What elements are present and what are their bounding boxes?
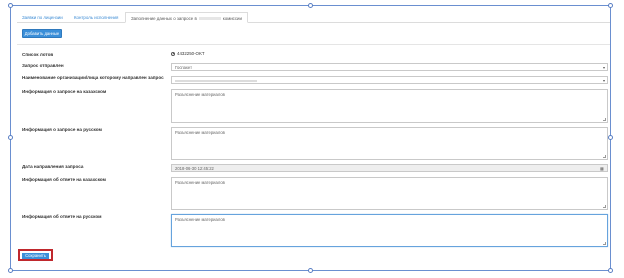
answer-kz-label: Информация об ответе на казахском xyxy=(22,177,106,182)
tab-request-data[interactable]: Заполнение данных о запросе в комиссии xyxy=(125,12,248,23)
resize-handle-right[interactable] xyxy=(608,135,613,140)
resize-grip-icon[interactable] xyxy=(603,155,606,158)
calendar-icon[interactable]: ▦ xyxy=(600,166,604,171)
lot-list-label: Список лотов xyxy=(22,52,54,57)
tab-label: Контроль исполнения xyxy=(74,15,119,20)
resize-handle-bottom[interactable] xyxy=(308,268,313,273)
request-sent-label: Запрос отправлен xyxy=(22,63,64,68)
date-value: 2018-06-30 12:45:22 xyxy=(175,166,214,171)
tab-license-requests[interactable]: Заявки по лицензии xyxy=(17,12,68,23)
answer-ru-label: Информация об ответе на русском xyxy=(22,214,102,219)
redacted-text xyxy=(175,79,257,82)
answer-kz-textarea[interactable]: Разъяснение материалов xyxy=(171,177,608,210)
org-name-label: Наименование организации/лица которому н… xyxy=(22,75,164,80)
date-label: Дата направления запроса xyxy=(22,164,84,169)
divider xyxy=(17,44,610,45)
resize-handle-bottom-left[interactable] xyxy=(8,268,13,273)
answer-ru-placeholder: Разъяснение материалов xyxy=(175,217,225,222)
resize-handle-left[interactable] xyxy=(8,135,13,140)
answer-kz-placeholder: Разъяснение материалов xyxy=(175,180,225,185)
add-data-button[interactable]: Добавить данные xyxy=(22,29,62,38)
chevron-down-icon: ▾ xyxy=(602,78,605,83)
resize-handle-top-left[interactable] xyxy=(8,3,13,8)
info-ru-label: Информация о запросе на русском xyxy=(22,127,102,132)
resize-grip-icon[interactable] xyxy=(603,205,606,208)
tab-label-suffix: комиссии xyxy=(222,16,242,21)
tab-bar: Заявки по лицензии Контроль исполнения З… xyxy=(17,12,610,23)
resize-handle-top-right[interactable] xyxy=(608,3,613,8)
lot-option-label: 4432250-OKT xyxy=(177,51,205,56)
tab-execution-control[interactable]: Контроль исполнения xyxy=(69,12,123,23)
redacted-text xyxy=(198,17,221,21)
info-kz-placeholder: Разъяснение материалов xyxy=(175,92,225,97)
tab-label: Заявки по лицензии xyxy=(22,15,63,20)
resize-grip-icon[interactable] xyxy=(603,118,606,121)
chevron-down-icon: ▾ xyxy=(602,65,605,70)
tab-label-prefix: Заполнение данных о запросе в xyxy=(131,16,197,21)
info-ru-textarea[interactable]: Разъяснение материалов xyxy=(171,127,608,160)
save-button-highlight: Сохранить xyxy=(18,249,53,261)
answer-ru-textarea[interactable]: Разъяснение материалов xyxy=(171,214,608,247)
resize-grip-icon[interactable] xyxy=(603,242,606,245)
radio-icon[interactable] xyxy=(171,51,175,56)
info-kz-textarea[interactable]: Разъяснение материалов xyxy=(171,89,608,123)
request-sent-select[interactable]: Госпакет ▾ xyxy=(171,63,608,71)
info-ru-placeholder: Разъяснение материалов xyxy=(175,130,225,135)
lot-radio-option[interactable]: 4432250-OKT xyxy=(171,51,205,56)
resize-handle-bottom-right[interactable] xyxy=(608,268,613,273)
date-input[interactable]: 2018-06-30 12:45:22 ▦ xyxy=(171,164,608,172)
org-name-select[interactable]: ▾ xyxy=(171,76,608,84)
save-button[interactable]: Сохранить xyxy=(22,253,49,259)
info-kz-label: Информация о запросе на казахском xyxy=(22,89,107,94)
request-sent-value: Госпакет xyxy=(175,65,192,70)
resize-handle-top[interactable] xyxy=(308,3,313,8)
